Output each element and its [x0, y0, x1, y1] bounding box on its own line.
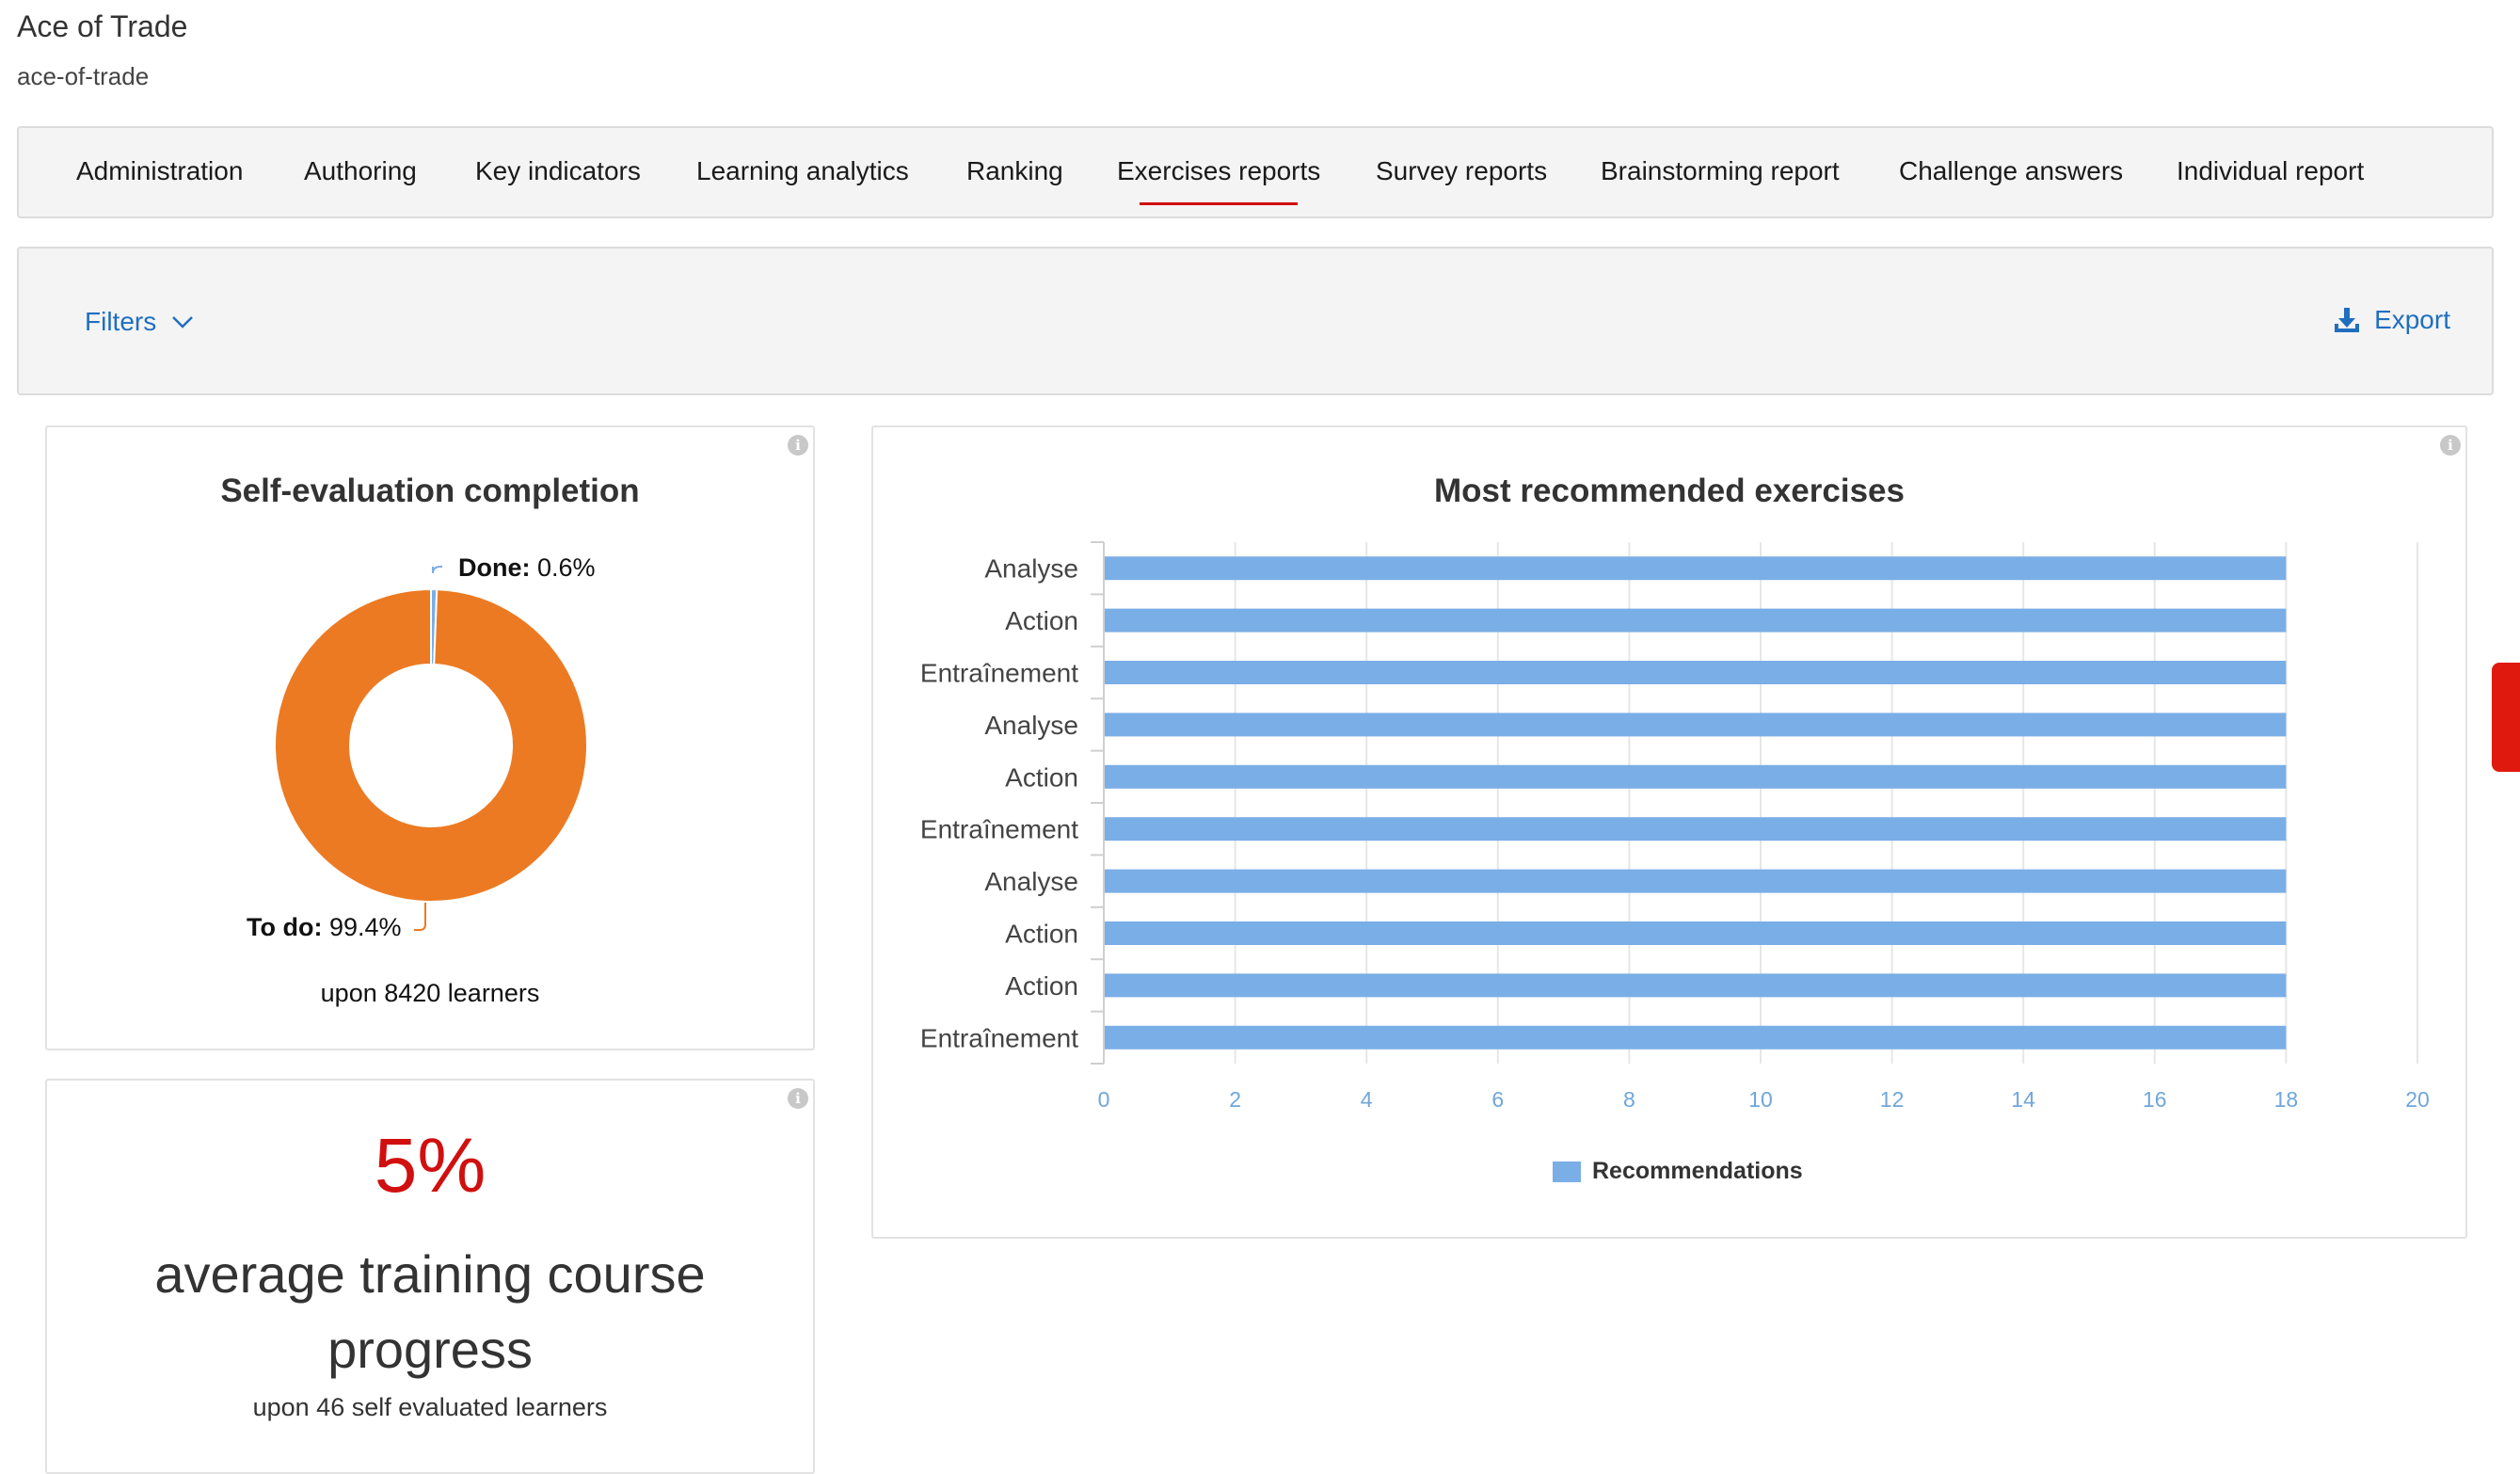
- done-label-leader: [432, 566, 442, 574]
- todo-label: To do: 99.4%: [247, 913, 402, 942]
- recommended-title: Most recommended exercises: [1434, 473, 1905, 509]
- tab-brainstorming-report[interactable]: Brainstorming report: [1601, 156, 1840, 186]
- done-label-key: Done:: [458, 553, 531, 582]
- feedback-side-tab[interactable]: [2492, 663, 2520, 772]
- donut-slices: [274, 587, 588, 903]
- recommended-card: i Most recommended exercises: [871, 425, 2467, 1239]
- tab-learning-analytics[interactable]: Learning analytics: [696, 156, 909, 186]
- info-icon[interactable]: i: [2440, 435, 2461, 456]
- chevron-down-icon: [172, 316, 194, 328]
- donut-chart: [274, 566, 588, 931]
- filter-bar: Filters Export: [17, 247, 2494, 395]
- app-slug: ace-of-trade: [17, 62, 150, 90]
- filters-label: Filters: [85, 307, 157, 336]
- done-label: Done: 0.6%: [458, 553, 596, 583]
- todo-label-leader: [414, 903, 426, 931]
- export-button[interactable]: Export: [2333, 305, 2450, 335]
- export-label: Export: [2374, 305, 2450, 334]
- info-icon[interactable]: i: [788, 1088, 808, 1109]
- donut-slice-to-do[interactable]: [274, 587, 588, 903]
- learners-note: upon 8420 learners: [320, 979, 540, 1007]
- done-label-value: 0.6%: [537, 553, 596, 582]
- tab-survey-reports[interactable]: Survey reports: [1376, 156, 1547, 186]
- legend-label: Recommendations: [1592, 1158, 1803, 1184]
- tab-key-indicators[interactable]: Key indicators: [475, 156, 641, 186]
- self-evaluation-card: i Self-evaluation completion Done: 0.6% …: [45, 425, 815, 1050]
- progress-sub: upon 46 self evaluated learners: [252, 1393, 608, 1421]
- legend-swatch: [1553, 1161, 1581, 1182]
- download-icon: [2335, 308, 2360, 332]
- tab-administration[interactable]: Administration: [76, 156, 243, 186]
- tab-authoring[interactable]: Authoring: [304, 156, 417, 186]
- progress-label: average training course progress: [154, 1244, 706, 1379]
- filters-button[interactable]: Filters: [85, 307, 194, 337]
- tab-individual-report[interactable]: Individual report: [2177, 156, 2364, 186]
- tab-exercises-reports[interactable]: Exercises reports: [1117, 156, 1320, 205]
- chart-legend[interactable]: Recommendations: [1553, 1158, 1803, 1185]
- app-title: Ace of Trade: [17, 9, 188, 43]
- todo-label-value: 99.4%: [328, 913, 402, 941]
- progress-card: i 5% average training course progress up…: [45, 1079, 815, 1474]
- progress-value: 5%: [374, 1123, 486, 1209]
- todo-label-key: To do:: [247, 913, 323, 941]
- tab-challenge-answers[interactable]: Challenge answers: [1899, 156, 2123, 186]
- nav-tabs: Administration Authoring Key indicators …: [17, 126, 2494, 218]
- tab-ranking[interactable]: Ranking: [966, 156, 1063, 186]
